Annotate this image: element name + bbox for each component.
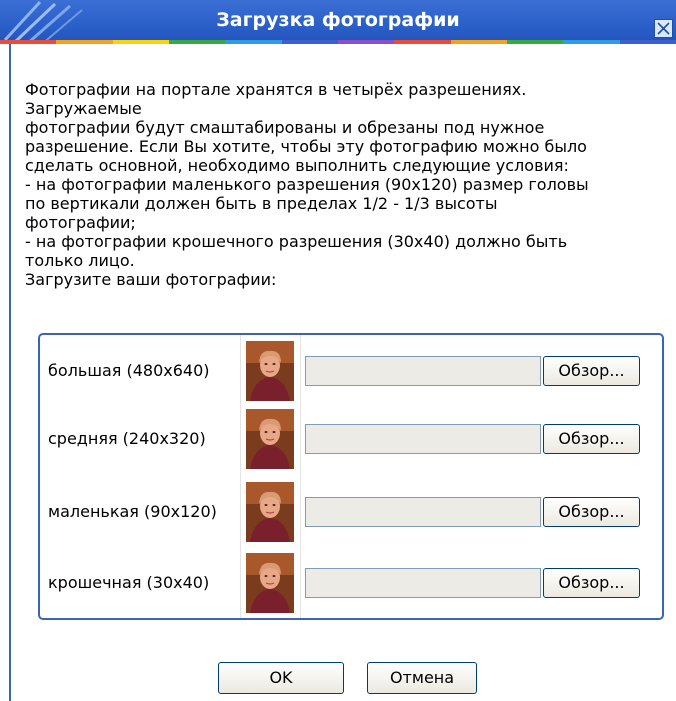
stripe-segment bbox=[394, 40, 451, 44]
stripe-segment bbox=[450, 40, 507, 44]
instructions-text: Фотографии на портале хранятся в четырёх… bbox=[25, 80, 589, 289]
portrait-image bbox=[246, 482, 294, 542]
close-button[interactable] bbox=[654, 19, 673, 38]
stripe-segment bbox=[337, 40, 395, 44]
portrait-image bbox=[246, 553, 294, 613]
size-label: маленькая (90х120) bbox=[48, 502, 217, 521]
close-icon bbox=[657, 22, 670, 35]
ok-button[interactable]: OK bbox=[218, 662, 344, 694]
size-label: большая (480х640) bbox=[48, 361, 210, 380]
stripe-segment bbox=[506, 40, 564, 44]
file-path-field[interactable] bbox=[305, 424, 541, 454]
upload-row-small: маленькая (90х120) Обзор... bbox=[40, 478, 662, 544]
stripe-segment bbox=[225, 40, 282, 44]
size-label: средняя (240х320) bbox=[48, 429, 206, 448]
size-label: крошечная (30х40) bbox=[48, 573, 210, 592]
browse-button[interactable]: Обзор... bbox=[543, 568, 640, 598]
upload-row-medium: средняя (240х320) Обзор... bbox=[40, 405, 662, 471]
browse-button[interactable]: Обзор... bbox=[543, 356, 640, 386]
file-path-field[interactable] bbox=[305, 568, 541, 598]
stripe-segment bbox=[112, 40, 169, 44]
file-path-field[interactable] bbox=[305, 356, 541, 386]
file-path-field[interactable] bbox=[305, 497, 541, 527]
browse-button[interactable]: Обзор... bbox=[543, 497, 640, 527]
dialog-title: Загрузка фотографии bbox=[216, 9, 460, 31]
portrait-image bbox=[246, 341, 294, 401]
upload-panel: большая (480х640) Обзор... средняя (240х… bbox=[38, 333, 664, 620]
photo-thumbnail bbox=[246, 553, 294, 613]
cancel-button[interactable]: Отмена bbox=[367, 662, 477, 694]
stripe-segment bbox=[619, 40, 676, 44]
stripe-segment bbox=[563, 40, 620, 44]
title-color-stripe bbox=[0, 40, 676, 44]
upload-row-large: большая (480х640) Обзор... bbox=[40, 337, 662, 403]
photo-thumbnail bbox=[246, 409, 294, 469]
portrait-image bbox=[246, 409, 294, 469]
window-left-border bbox=[9, 44, 11, 701]
upload-row-tiny: крошечная (30х40) Обзор... bbox=[40, 549, 662, 615]
photo-thumbnail bbox=[246, 341, 294, 401]
title-bar: Загрузка фотографии bbox=[0, 0, 676, 44]
stripe-segment bbox=[168, 40, 226, 44]
stripe-segment bbox=[56, 40, 113, 44]
stripe-segment bbox=[281, 40, 338, 44]
photo-thumbnail bbox=[246, 482, 294, 542]
browse-button[interactable]: Обзор... bbox=[543, 424, 640, 454]
